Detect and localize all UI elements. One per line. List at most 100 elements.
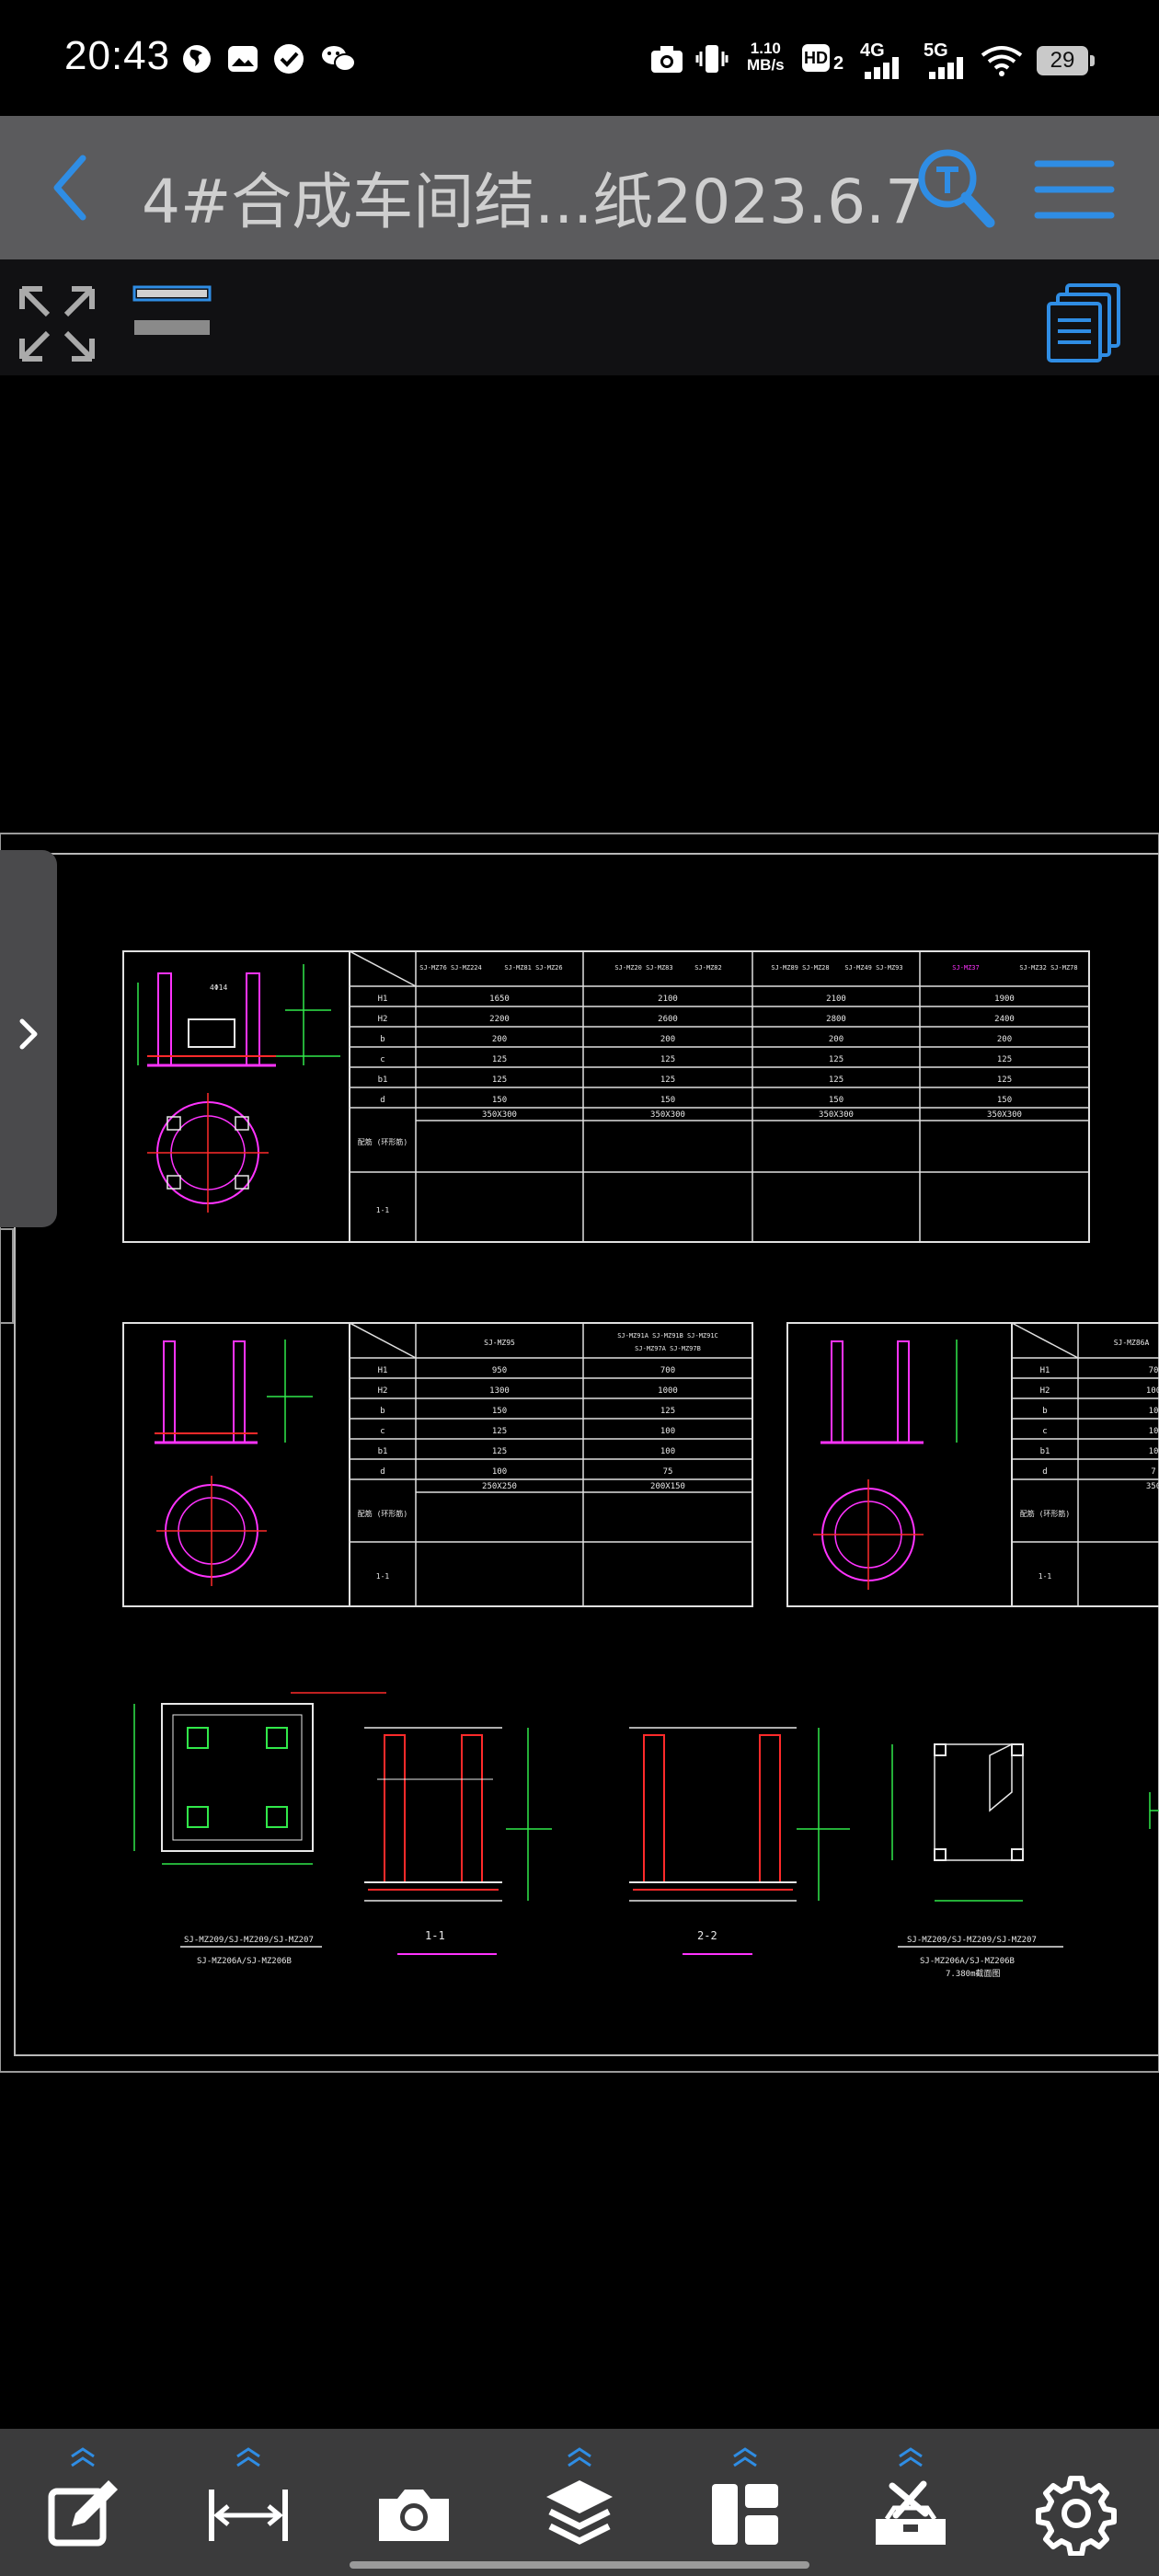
table-1-row-label: H2 [378,1015,388,1024]
settings-button[interactable] [993,2429,1159,2576]
sheet-side-marker [0,1228,14,1324]
table-3-grid [1011,1322,1159,1606]
table-3-row-label: b [1042,1407,1047,1416]
table-1-cell: 150 [492,1096,507,1105]
table-3-cell: 10 [1149,1447,1159,1456]
table-1-header: SJ-MZ49 SJ-MZ93 [844,964,902,972]
side-drawer-tab[interactable] [0,850,57,1227]
table-3-row-label: c [1042,1427,1047,1436]
table-1-cell: 125 [660,1055,675,1064]
layers-button[interactable] [497,2429,662,2576]
drawing-canvas[interactable]: 4Φ14 SJ-MZ209/SJ-MZ209/SJ-MZ207 SJ-MZ206… [0,375,1159,2429]
vibrate-icon [695,45,729,73]
table-1-cell: 200 [660,1035,675,1044]
table-1-cell: 1650 [489,995,510,1004]
wechat-icon [322,46,356,72]
hd-sub: 2 [833,53,844,74]
table-2-section-value: 200X150 [650,1482,685,1491]
detail-note: 7.380m截面图 [946,1968,1001,1979]
table-2-grid [349,1322,752,1606]
table-1-row-label: 配筋 (环形筋) [358,1137,407,1146]
measure-button[interactable] [166,2429,331,2576]
table-1-cell: 125 [492,1055,507,1064]
section-label-2-2: 2-2 [697,1929,717,1942]
table-1-cell: 125 [492,1075,507,1085]
table-3-cell: 70 [1149,1366,1159,1375]
signal-4g-icon [865,57,899,79]
table-2-cell: 950 [492,1366,507,1375]
detail-block-1: 4Φ14 [122,950,1090,1243]
table-3-row-label: 1-1 [1039,1572,1052,1581]
detail-block-3 [786,1322,1159,1607]
sheet-outer-border [0,833,1159,2073]
home-indicator[interactable] [350,2561,809,2569]
table-1-cell: 125 [829,1055,843,1064]
cad-drawing[interactable]: 4Φ14 SJ-MZ209/SJ-MZ209/SJ-MZ207 SJ-MZ206… [0,375,1159,2429]
table-1-cell: 150 [997,1096,1012,1105]
camera-button[interactable] [331,2429,497,2576]
column-elevation-sketch-2 [155,1340,313,1444]
table-1-cell: 2100 [826,995,846,1004]
detail-sublabel: SJ-MZ206A/SJ-MZ206B [920,1957,1015,1966]
table-2-cell: 700 [660,1366,675,1375]
table-2-row-label: b [380,1407,384,1416]
table-2-row-label: H2 [378,1386,388,1396]
globe-icon [183,45,211,73]
settings-gear-icon [1036,2476,1117,2556]
table-3-row-label: d [1042,1467,1047,1477]
title-bar: 4#合成车间结...纸2023.6.7 [0,116,1159,259]
menu-button[interactable] [1030,153,1119,226]
table-2-header: SJ-MZ97A SJ-MZ97B [635,1345,701,1352]
line-weight-icon[interactable] [129,283,217,357]
table-1-cell: 1900 [994,995,1015,1004]
table-1-cell: 150 [829,1096,843,1105]
table-3-section-value: 350 [1146,1482,1159,1491]
layers-icon [546,2480,613,2545]
table-1-cell: 2800 [826,1015,846,1024]
fullscreen-expand-icon[interactable] [17,283,98,364]
table-2-cell: 125 [492,1427,507,1436]
table-2-row-label: H1 [378,1366,388,1375]
table-2-row-label: c [380,1427,384,1436]
table-2-row-label: 配筋 (环形筋) [358,1509,407,1518]
text-search-button[interactable] [911,144,1003,232]
table-2-cell: 125 [492,1447,507,1456]
edit-button[interactable] [0,2429,166,2576]
table-2-cell: 75 [663,1467,673,1477]
table-2-row-label: 1-1 [376,1572,390,1581]
table-1-row-label: b1 [378,1075,388,1085]
table-1-cell: 2200 [489,1015,510,1024]
wifi-icon [981,46,1023,76]
measure-icon [209,2490,288,2541]
net-speed: 1.10 MB/s [747,40,785,74]
table-1-header: SJ-MZ81 SJ-MZ26 [504,964,562,972]
bottom-toolbar [0,2429,1159,2576]
column-plan-circle-2 [156,1476,267,1586]
table-1-section-value: 350X300 [819,1110,854,1120]
table-1-header: SJ-MZ76 SJ-MZ224 [419,964,481,972]
table-1-cell: 125 [997,1075,1012,1085]
back-button[interactable] [37,149,114,226]
svg-text:4Φ14: 4Φ14 [210,983,227,992]
hd-badge: HD [802,44,830,72]
sheet-inner-border [14,853,1159,2056]
table-2-cell: 150 [492,1407,507,1416]
table-1-cell: 2100 [658,995,678,1004]
table-1-section-value: 350X300 [650,1110,685,1120]
table-3-cell: 100 [1146,1386,1159,1396]
table-2-header: SJ-MZ95 [484,1339,515,1347]
net-speed-unit: MB/s [747,56,785,74]
tools-button[interactable] [828,2429,993,2576]
table-1-header: SJ-MZ37 [952,964,980,972]
table-1-header: SJ-MZ89 SJ-MZ28 [771,964,829,972]
table-1-cell: 200 [997,1035,1012,1044]
detail-block-2 [122,1322,753,1607]
detail-label: SJ-MZ209/SJ-MZ209/SJ-MZ207 [907,1936,1037,1945]
table-3-cell: 10 [1149,1407,1159,1416]
table-1-header: SJ-MZ82 [694,964,722,972]
layout-button[interactable] [662,2429,828,2576]
battery-indicator: 29 [1037,46,1095,75]
status-time: 20:43 [64,33,171,78]
table-1-cell: 125 [829,1075,843,1085]
pages-list-icon[interactable] [1045,280,1128,364]
